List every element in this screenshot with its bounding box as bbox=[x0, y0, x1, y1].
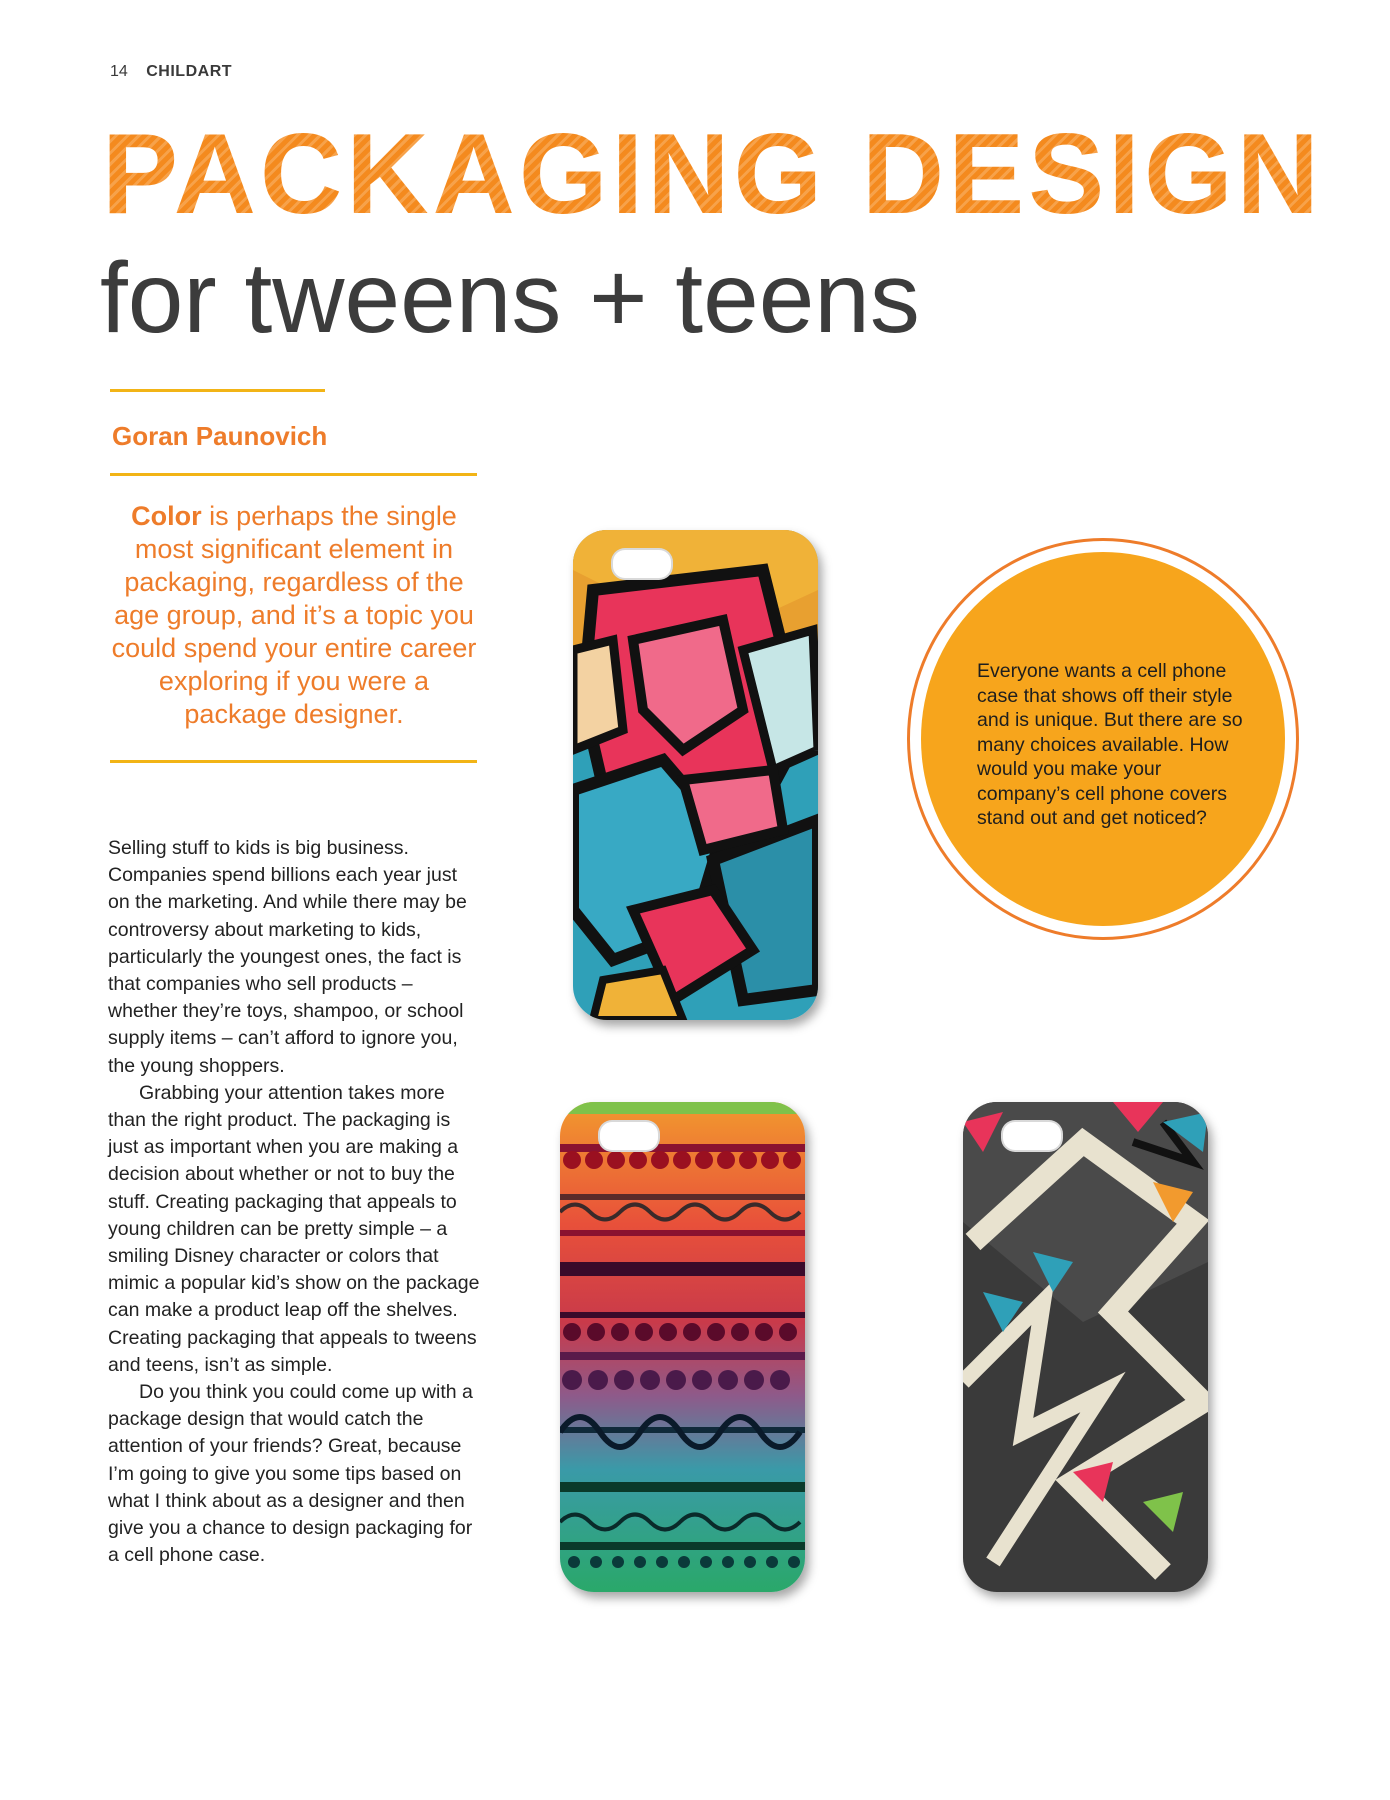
body-paragraph: Selling stuff to kids is big business. C… bbox=[108, 837, 467, 1077]
pull-quote-rule bbox=[110, 760, 477, 763]
camera-cutout bbox=[611, 548, 673, 580]
body-paragraph: Do you think you could come up with a pa… bbox=[108, 1381, 473, 1567]
pull-quote-text: is perhaps the single most significant e… bbox=[111, 501, 477, 729]
author-byline: Goran Paunovich bbox=[112, 421, 328, 451]
phone-case-graffiti-red-teal bbox=[573, 530, 818, 1020]
article-subtitle: for tweens + teens bbox=[100, 242, 920, 354]
publication-name: CHILDART bbox=[146, 63, 233, 80]
phone-case-tribal-stripes bbox=[560, 1102, 805, 1592]
callout-text: Everyone wants a cell phone case that sh… bbox=[977, 660, 1243, 829]
pull-quote: Color is perhaps the single most signifi… bbox=[108, 500, 480, 731]
phone-case-graffiti-art bbox=[573, 530, 818, 1020]
camera-cutout bbox=[598, 1120, 660, 1152]
author-rule-bottom bbox=[110, 473, 477, 476]
body-paragraph: Grabbing your attention takes more than … bbox=[108, 1081, 480, 1376]
camera-cutout bbox=[1001, 1120, 1063, 1152]
phone-case-dark-geometric bbox=[963, 1102, 1208, 1592]
page-folio: 14 CHILDART bbox=[110, 63, 232, 81]
author-rule-top bbox=[110, 389, 325, 392]
article-title: PACKAGING DESIGN bbox=[102, 118, 1342, 232]
article-body: Selling stuff to kids is big business. C… bbox=[108, 835, 483, 1569]
phone-case-stripes-art bbox=[560, 1102, 805, 1592]
page-number: 14 bbox=[110, 63, 128, 80]
pull-quote-lead: Color bbox=[131, 501, 202, 531]
phone-case-geometric-art bbox=[963, 1102, 1208, 1592]
